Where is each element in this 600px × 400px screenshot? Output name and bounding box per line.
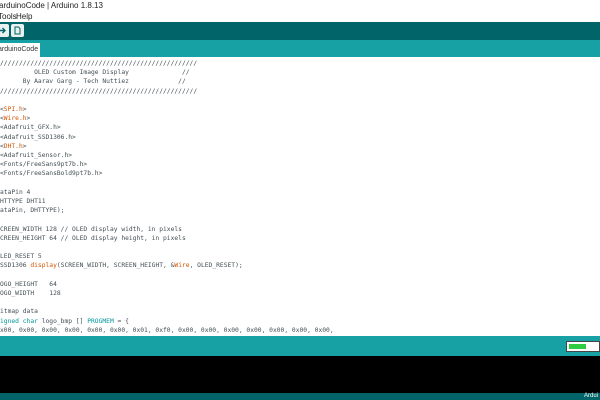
status-bar: [0, 336, 600, 356]
window-titlebar: arduinoCode | Arduino 1.8.13: [0, 0, 600, 11]
code-line: <DHT.h>: [0, 142, 27, 150]
code-line: <Adafruit_Sensor.h>: [0, 152, 73, 159]
code-line: igned char logo_bmp [] PROGMEM = {: [0, 317, 129, 325]
code-line: <Adafruit_GFX.h>: [0, 124, 61, 132]
code-line: ataPin, DHTTYPE);: [0, 207, 65, 215]
code-line: SSD1306 display(SCREEN_WIDTH, SCREEN_HEI…: [0, 262, 243, 270]
code-line: <SPI.h>: [0, 106, 27, 113]
tab-bar: arduinoCode: [0, 40, 600, 57]
code-line: <Fonts/FreeSans9pt7b.h>: [0, 161, 88, 169]
new-file-button[interactable]: [11, 24, 24, 37]
code-line: <Adafruit_SSD1306.h>: [0, 133, 76, 141]
tab-label: arduinoCode: [0, 46, 39, 53]
board-label: Ardui: [583, 393, 598, 399]
tab-arduinocode[interactable]: arduinoCode: [0, 43, 40, 57]
console-output[interactable]: [0, 356, 600, 393]
footer-bar: [0, 393, 600, 400]
toolbar: [0, 22, 600, 40]
code-line: x00, 0x00, 0x00, 0x00, 0x00, 0x00, 0x01,…: [0, 326, 334, 334]
code-line: ataPin 4: [0, 188, 31, 196]
code-line: OGO_WIDTH 128: [0, 290, 61, 297]
code-line: ////////////////////////////////////////…: [0, 60, 198, 67]
code-line: CREEN_WIDTH 128 // OLED display width, i…: [0, 225, 182, 233]
progress-fill: [569, 344, 586, 349]
code-line: ////////////////////////////////////////…: [0, 87, 198, 95]
code-line: CREEN_HEIGHT 64 // OLED display height, …: [0, 234, 186, 242]
code-line: itmap data: [0, 308, 38, 316]
upload-icon: [0, 27, 6, 34]
code-line: OGO_HEIGHT 64: [0, 280, 57, 288]
menu-help[interactable]: Help: [16, 11, 32, 22]
code-line: LED_RESET 5: [0, 253, 42, 261]
code-editor[interactable]: ////////////////////////////////////////…: [0, 57, 600, 336]
new-file-icon: [14, 26, 21, 35]
code-line: By Aarav Garg - Tech Nuttiez //: [0, 78, 186, 86]
menu-tools[interactable]: Tools: [0, 11, 17, 22]
code-line: <Wire.h>: [0, 115, 31, 123]
menu-bar: Tools Help: [0, 11, 600, 22]
code-line: HTTYPE DHT11: [0, 198, 46, 205]
progress-bar: [566, 341, 600, 352]
window-title: arduinoCode | Arduino 1.8.13: [0, 1, 103, 10]
code-line: <Fonts/FreeSansBold9pt7b.h>: [0, 170, 103, 178]
code-line: OLED Custom Image Display //: [0, 69, 190, 77]
upload-button[interactable]: [0, 24, 9, 37]
